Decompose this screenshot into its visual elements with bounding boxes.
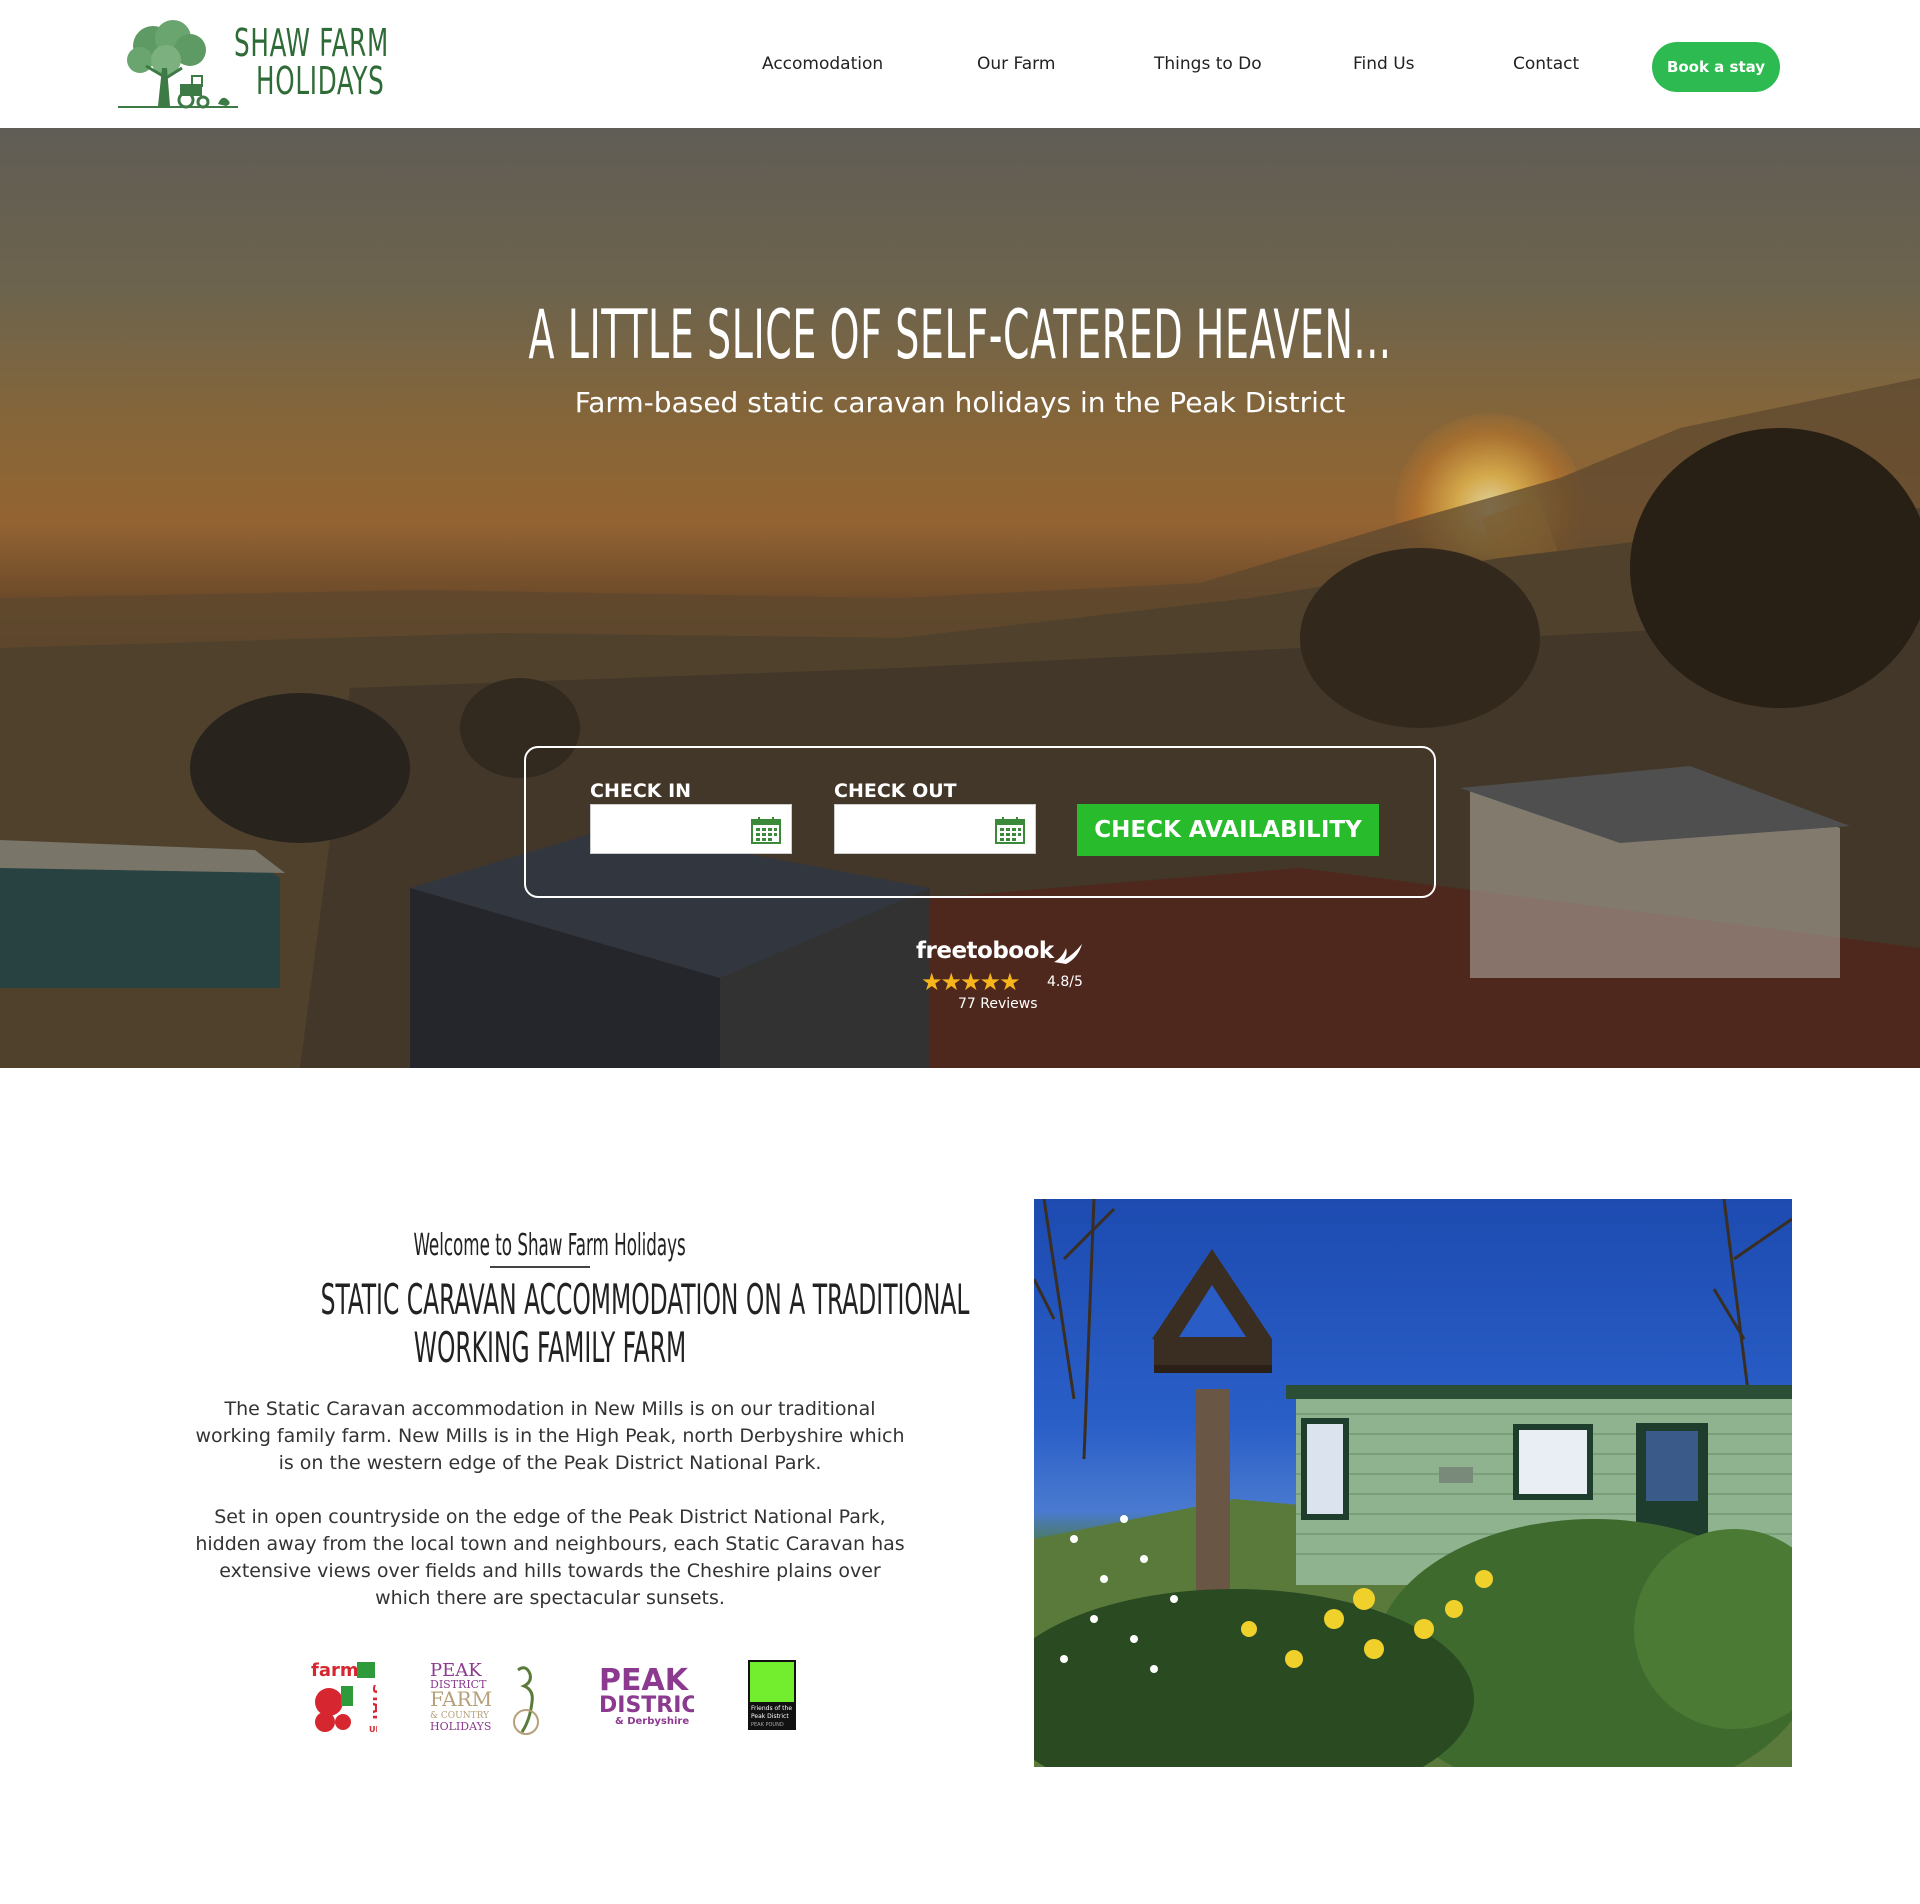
nav-things-to-do[interactable]: Things to Do [1154, 54, 1262, 74]
caravan-photo [1034, 1199, 1792, 1767]
nav-our-farm[interactable]: Our Farm [977, 54, 1055, 74]
freetobook-logo: freetobook [916, 938, 1054, 964]
farm-stay-uk-icon: farm STAY UK [311, 1660, 385, 1734]
peak-district-farm-holidays-logo[interactable]: PEAK DISTRICT FARM & COUNTRY HOLIDAYS [430, 1660, 548, 1738]
friends-of-peak-district-icon: Friends of the Peak District PEAK POUND [748, 1660, 796, 1730]
freetobook-reviews-badge[interactable]: freetobook ★★★★★ 4.8/5 77 Reviews [916, 938, 1086, 1018]
welcome-eyebrow: Welcome to Shaw Farm Holidays [413, 1228, 687, 1263]
logo-line2: Holidays [256, 59, 385, 103]
eyebrow-underline [490, 1266, 590, 1268]
svg-text:FARM: FARM [430, 1687, 492, 1711]
check-availability-button[interactable]: CHECK AVAILABILITY [1077, 804, 1379, 856]
logo-wordmark: Shaw Farm Holidays [234, 24, 449, 100]
peak-district-derbyshire-logo[interactable]: PEAK DISTRICT & Derbyshire [599, 1660, 713, 1728]
svg-text:DISTRICT: DISTRICT [599, 1693, 694, 1718]
svg-text:UK: UK [369, 1725, 377, 1734]
svg-text:STAY: STAY [369, 1684, 377, 1723]
nav-accomodation[interactable]: Accomodation [762, 54, 883, 74]
svg-text:Peak District: Peak District [751, 1713, 789, 1720]
hero-banner: A little slice of self-catered heaven...… [0, 128, 1920, 1068]
svg-text:PEAK POUND: PEAK POUND [751, 1722, 784, 1728]
peak-district-derbyshire-icon: PEAK DISTRICT & Derbyshire [599, 1663, 713, 1727]
logo-line1: Shaw Farm [234, 21, 389, 65]
calendar-icon[interactable] [751, 816, 781, 844]
check-out-field[interactable] [835, 805, 985, 853]
check-in-input[interactable] [590, 804, 792, 854]
svg-text:HOLIDAYS: HOLIDAYS [430, 1720, 491, 1733]
check-in-field[interactable] [591, 805, 741, 853]
check-in-label: CHECK IN [590, 780, 692, 802]
partner-logos: farm STAY UK PEAK DISTRICT FARM & COUNTR… [300, 1660, 820, 1740]
nav-contact[interactable]: Contact [1513, 54, 1579, 74]
site-logo[interactable]: Shaw Farm Holidays [118, 18, 408, 113]
svg-text:& Derbyshire: & Derbyshire [615, 1716, 689, 1727]
farm-stay-uk-logo[interactable]: farm STAY UK [311, 1660, 385, 1736]
hero-title: A little slice of self-catered heaven... [528, 296, 1392, 375]
book-a-stay-button[interactable]: Book a stay [1652, 42, 1780, 92]
welcome-heading: Static caravan accommodation on a tradit… [320, 1275, 970, 1372]
welcome-body: The Static Caravan accommodation in New … [195, 1396, 905, 1639]
peak-district-farm-icon: PEAK DISTRICT FARM & COUNTRY HOLIDAYS [430, 1660, 539, 1735]
tree-tractor-icon [118, 20, 238, 109]
check-out-input[interactable] [834, 804, 1036, 854]
welcome-paragraph-2: Set in open countryside on the edge of t… [195, 1506, 905, 1609]
caravan-illustration [1034, 1199, 1792, 1767]
bird-icon [1054, 944, 1082, 964]
hero-subtitle: Farm-based static caravan holidays in th… [574, 386, 1346, 419]
check-out-label: CHECK OUT [834, 780, 957, 802]
review-count: 77 Reviews [958, 996, 1038, 1012]
friends-of-peak-district-logo[interactable]: Friends of the Peak District PEAK POUND [748, 1660, 796, 1730]
rating-stars: ★★★★★ [921, 968, 1021, 996]
rating-score: 4.8/5 [1047, 974, 1083, 990]
booking-form: CHECK IN CHECK OUT CHECK AVAILABILITY [524, 746, 1436, 898]
welcome-paragraph-1: The Static Caravan accommodation in New … [195, 1398, 905, 1474]
site-header: Shaw Farm Holidays Accomodation Our Farm… [0, 0, 1920, 128]
svg-text:farm: farm [311, 1660, 359, 1681]
calendar-icon[interactable] [995, 816, 1025, 844]
nav-find-us[interactable]: Find Us [1353, 54, 1415, 74]
svg-text:Friends of the: Friends of the [751, 1705, 792, 1712]
